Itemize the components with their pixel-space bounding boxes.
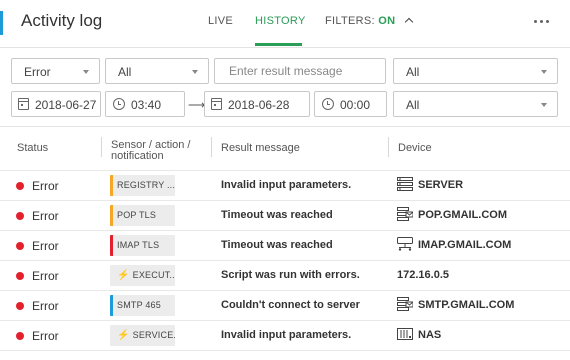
sensor-color-bar — [110, 175, 113, 196]
extra-filter-select[interactable]: All — [393, 91, 558, 117]
calendar-icon — [211, 98, 222, 110]
sensor-label: SERVICE... — [132, 330, 175, 340]
column-separator — [388, 137, 389, 157]
error-status-dot — [16, 212, 24, 220]
filters-label: FILTERS: — [325, 15, 375, 27]
lightning-icon: ⚡ — [117, 330, 130, 341]
chevron-up-icon — [404, 17, 413, 27]
table-row[interactable]: Error REGISTRY ... Invalid input parameter… — [0, 171, 570, 201]
table-row[interactable]: Error ⚡ EXECUT... Script was run with error… — [0, 261, 570, 291]
error-status-dot — [16, 332, 24, 340]
sensor-tag[interactable]: SMTP 465 — [110, 295, 175, 316]
tab-history[interactable]: HISTORY — [255, 15, 306, 27]
status-text: Error — [32, 209, 59, 223]
result-message: Invalid input parameters. — [221, 329, 352, 341]
result-message: Timeout was reached — [221, 209, 333, 221]
device-name: NAS — [418, 329, 442, 341]
column-header-device[interactable]: Device — [398, 143, 432, 154]
sensor-tag[interactable]: REGISTRY ... — [110, 175, 175, 196]
device-name: POP.GMAIL.COM — [418, 209, 508, 221]
sensor-color-bar — [110, 205, 113, 226]
column-separator — [211, 137, 212, 157]
from-time-picker[interactable]: 03:40 — [105, 91, 185, 117]
status-text: Error — [32, 179, 59, 193]
filters-state: ON — [378, 15, 396, 27]
caret-down-icon — [192, 70, 198, 74]
error-status-dot — [16, 242, 24, 250]
device-name: 172.16.0.5 — [397, 269, 449, 281]
table-row[interactable]: Error POP TLS Timeout was reached POP.GMAIL… — [0, 201, 570, 231]
status-text: Error — [32, 329, 59, 343]
sensor-label: SMTP 465 — [117, 300, 161, 310]
sensor-tag[interactable]: IMAP TLS — [110, 235, 175, 256]
caret-down-icon — [83, 70, 89, 74]
result-message: Timeout was reached — [221, 239, 333, 251]
result-message-input-box[interactable] — [214, 58, 386, 84]
lightning-icon: ⚡ — [117, 270, 130, 281]
column-header-message[interactable]: Result message — [221, 143, 300, 154]
to-date-picker[interactable]: 2018-06-28 — [204, 91, 310, 117]
page-title: Activity log — [21, 11, 103, 30]
result-message: Script was run with errors. — [221, 269, 360, 281]
table-row[interactable]: Error ⚡SERVICE... Invalid input parameters… — [0, 321, 570, 351]
to-time-picker[interactable]: 00:00 — [314, 91, 387, 117]
sensor-label: REGISTRY ... — [117, 180, 175, 190]
header-divider — [0, 47, 570, 48]
active-tab-indicator — [255, 43, 302, 46]
result-message-input[interactable] — [229, 64, 379, 78]
error-status-dot — [16, 302, 24, 310]
clock-icon — [113, 98, 125, 110]
device-name: SERVER — [418, 179, 464, 191]
error-status-dot — [16, 272, 24, 280]
sensor-tag[interactable]: ⚡SERVICE... — [110, 325, 175, 346]
filters-divider — [0, 126, 570, 127]
header: Activity log LIVE HISTORY FILTERS: ON — [0, 0, 570, 46]
title-accent-bar — [0, 11, 3, 35]
sensor-label: EXECUT... — [132, 270, 175, 280]
device-name: IMAP.GMAIL.COM — [418, 239, 512, 251]
result-message: Invalid input parameters. — [221, 179, 352, 191]
caret-down-icon — [541, 103, 547, 107]
status-text: Error — [32, 239, 59, 253]
status-text: Error — [32, 299, 59, 313]
status-text: Error — [32, 269, 59, 283]
sensor-label: POP TLS — [117, 210, 157, 220]
sensor-color-bar — [110, 295, 113, 316]
table-row[interactable]: Error IMAP TLS Timeout was reached IMAP.GMA… — [0, 231, 570, 261]
caret-down-icon — [541, 70, 547, 74]
sensor-tag[interactable]: ⚡ EXECUT... — [110, 265, 175, 286]
sensor-tag[interactable]: POP TLS — [110, 205, 175, 226]
clock-icon — [322, 98, 334, 110]
device-name: SMTP.GMAIL.COM — [418, 299, 515, 311]
type-filter-select[interactable]: All — [105, 58, 209, 84]
sensor-color-bar — [110, 235, 113, 256]
column-header-status[interactable]: Status — [17, 143, 48, 154]
sensor-label: IMAP TLS — [117, 240, 160, 250]
tab-live[interactable]: LIVE — [208, 15, 233, 27]
range-arrow-icon: ⟶ — [188, 98, 206, 112]
more-options-icon[interactable] — [532, 20, 552, 26]
result-message: Couldn't connect to server — [221, 299, 360, 311]
column-separator — [101, 137, 102, 157]
calendar-icon — [18, 98, 29, 110]
status-filter-select[interactable]: Error — [11, 58, 100, 84]
table-row[interactable]: Error SMTP 465 Couldn't connect to server S… — [0, 291, 570, 321]
device-filter-select[interactable]: All — [393, 58, 558, 84]
error-status-dot — [16, 182, 24, 190]
column-header-sensor[interactable]: Sensor / action / notification — [111, 140, 203, 162]
from-date-picker[interactable]: 2018-06-27 — [11, 91, 101, 117]
filters-toggle[interactable]: FILTERS: ON — [325, 15, 413, 27]
